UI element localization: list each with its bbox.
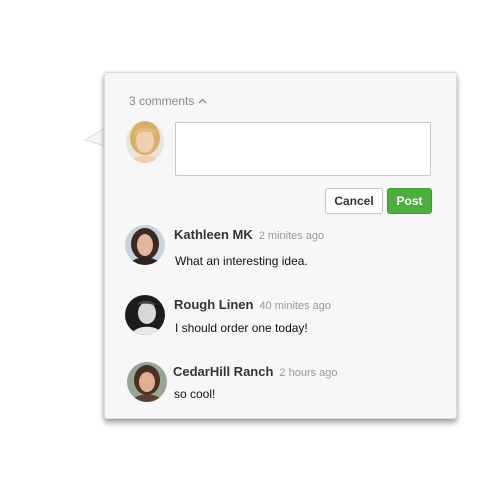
comment-author[interactable]: CedarHill Ranch 2 hours ago — [173, 364, 338, 379]
comment-text: What an interesting idea. — [175, 254, 308, 268]
popover-pointer — [83, 127, 105, 147]
comment-timestamp: 2 hours ago — [279, 367, 338, 379]
current-user-avatar — [126, 121, 164, 163]
avatar — [127, 362, 167, 402]
comment-author-name: Rough Linen — [174, 297, 254, 312]
comment-author[interactable]: Rough Linen 40 minites ago — [174, 297, 331, 312]
comment-author[interactable]: Kathleen MK 2 minites ago — [174, 227, 324, 242]
comment-timestamp: 2 minites ago — [258, 230, 325, 242]
comment-input[interactable] — [175, 122, 431, 176]
comment-timestamp: 40 minites ago — [259, 300, 331, 312]
comment-author-name: Kathleen MK — [174, 227, 253, 242]
comments-count-label: 3 comments — [129, 94, 195, 108]
comment-text: I should order one today! — [175, 321, 308, 335]
cancel-button[interactable]: Cancel — [325, 188, 383, 214]
comments-popover: 3 comments Cancel Post Kathleen MK2 min — [104, 72, 457, 419]
post-button[interactable]: Post — [387, 188, 432, 214]
avatar — [125, 295, 165, 335]
chevron-up-icon — [198, 98, 207, 104]
comments-count-toggle[interactable]: 3 comments — [129, 94, 207, 108]
comment-text: so cool! — [174, 387, 216, 401]
avatar — [125, 225, 165, 265]
comment-author-name: CedarHill Ranch — [173, 364, 274, 379]
